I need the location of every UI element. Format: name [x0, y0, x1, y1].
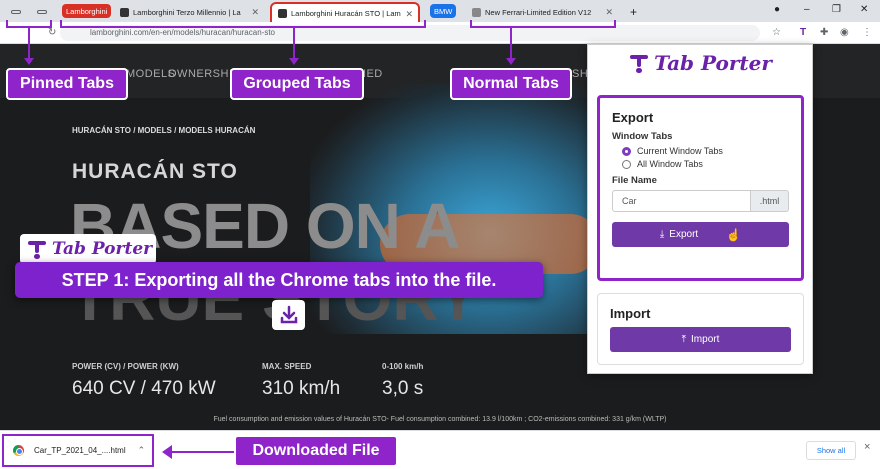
normal-tabs-arrowhead	[506, 58, 516, 65]
tab-porter-logo-icon	[28, 239, 46, 259]
upload-icon: ⤒	[681, 334, 687, 345]
spec-label: POWER (CV) / POWER (KW)	[72, 362, 179, 371]
minimize-icon[interactable]: –	[804, 4, 810, 15]
downloads-bar: Car_TP_2021_04_....html ⌃ Downloaded Fil…	[0, 430, 880, 469]
file-name-label: File Name	[612, 175, 657, 186]
mouse-cursor-icon: ☝	[726, 227, 742, 242]
new-tab-button[interactable]: +	[624, 2, 642, 22]
breadcrumb: HURACÁN STO / MODELS / MODELS HURACÁN	[72, 126, 256, 135]
file-name-row: Car .html	[612, 190, 789, 212]
lamborghini-favicon-icon	[278, 8, 287, 18]
tab-search-icon[interactable]: ●	[774, 4, 780, 15]
spec-value: 3,0 s	[382, 378, 424, 399]
download-icon: ⤓	[659, 229, 665, 240]
tab-porter-logo-icon	[630, 53, 649, 73]
close-window-icon[interactable]: ✕	[860, 4, 868, 15]
spec-acceleration: 0-100 km/h 3,0 s	[382, 362, 423, 400]
pinned-tab-1[interactable]	[4, 2, 28, 22]
export-button[interactable]: ⤓ Export ☝	[612, 222, 789, 247]
fuel-consumption-note: Fuel consumption and emission values of …	[213, 416, 667, 423]
tab-terzo-millennio[interactable]: Lamborghini Terzo Millennio | La ✕	[114, 2, 264, 22]
spec-power: POWER (CV) / POWER (KW) 640 CV / 470 kW	[72, 362, 216, 400]
file-name-input[interactable]: Car	[612, 190, 751, 212]
profile-avatar-icon[interactable]: ◉	[840, 27, 849, 38]
maximize-icon[interactable]: ❐	[832, 4, 841, 15]
normal-tabs-bracket	[470, 20, 616, 28]
grouped-tabs-bracket	[60, 20, 426, 28]
bookmark-star-icon[interactable]: ☆	[772, 27, 781, 38]
radio-current-window[interactable]: Current Window Tabs	[622, 146, 789, 156]
pinned-tabs-arrowhead	[24, 58, 34, 65]
tab-title: New Ferrari-Limited Edition V12	[485, 7, 592, 17]
popup-title: Tab Porter	[654, 51, 772, 75]
window-tabs-label: Window Tabs	[612, 131, 673, 142]
import-button[interactable]: ⤒ Import	[610, 327, 791, 352]
normal-tabs-label: Normal Tabs	[450, 68, 572, 100]
show-all-button[interactable]: Show all	[806, 441, 856, 460]
download-item[interactable]: Car_TP_2021_04_....html ⌃	[2, 434, 154, 467]
tab-title: Lamborghini Terzo Millennio | La	[133, 7, 241, 17]
normal-tabs-arrow	[510, 28, 512, 60]
extensions-puzzle-icon[interactable]: ✚	[820, 27, 828, 38]
download-file-name: Car_TP_2021_04_....html	[34, 446, 126, 455]
download-icon	[272, 300, 305, 330]
close-tab-icon[interactable]: ✕	[405, 9, 413, 20]
radio-unselected-icon[interactable]	[622, 159, 631, 169]
tab-group-lamborghini[interactable]: Lamborghini	[62, 4, 112, 18]
radio-selected-icon[interactable]	[622, 146, 631, 156]
close-downloads-bar-icon[interactable]: ×	[864, 441, 870, 453]
pinned-tab-favicon-icon	[37, 10, 47, 14]
tab-title: Lamborghini Huracán STO | Lam	[291, 8, 401, 18]
pinned-tab-favicon-icon	[11, 10, 21, 14]
tab-porter-badge: Tab Porter	[20, 234, 156, 264]
close-tab-icon[interactable]: ✕	[605, 7, 613, 18]
menu-kebab-icon[interactable]: ⋮	[862, 27, 872, 38]
grouped-tabs-arrowhead	[289, 58, 299, 65]
pinned-tabs-arrow	[28, 28, 30, 60]
grouped-tabs-label: Grouped Tabs	[230, 68, 364, 100]
tab-strip: Lamborghini Lamborghini Terzo Millennio …	[0, 0, 880, 22]
reload-icon[interactable]: ↻	[48, 27, 56, 38]
pinned-tabs-label: Pinned Tabs	[6, 68, 128, 100]
spec-value: 640 CV / 470 kW	[72, 378, 216, 399]
radio-label: All Window Tabs	[637, 159, 703, 169]
lamborghini-favicon-icon	[120, 7, 129, 17]
tab-porter-extension-icon[interactable]: T	[800, 27, 806, 38]
spec-speed: MAX. SPEED 310 km/h	[262, 362, 340, 400]
step-banner: STEP 1: Exporting all the Chrome tabs in…	[15, 262, 543, 298]
tab-huracan-sto[interactable]: Lamborghini Huracán STO | Lam ✕	[270, 2, 420, 22]
radio-all-windows[interactable]: All Window Tabs	[622, 159, 789, 169]
pinned-tab-2[interactable]	[30, 2, 54, 22]
import-button-label: Import	[691, 334, 720, 345]
nav-shop[interactable]: SH	[572, 68, 588, 80]
spec-value: 310 km/h	[262, 378, 341, 399]
downloaded-file-arrowhead	[162, 445, 172, 459]
spec-label: MAX. SPEED	[262, 362, 312, 371]
chrome-icon	[13, 445, 24, 456]
tab-porter-popup: Tab Porter Export Window Tabs Current Wi…	[587, 44, 813, 374]
ferrari-favicon-icon	[472, 7, 481, 17]
tab-group-bmw[interactable]: BMW	[430, 4, 457, 18]
export-heading: Export	[612, 110, 654, 125]
export-card: Export Window Tabs Current Window Tabs A…	[597, 95, 804, 281]
downloaded-file-arrow	[170, 451, 234, 453]
import-heading: Import	[610, 306, 651, 321]
close-tab-icon[interactable]: ✕	[251, 7, 259, 18]
export-button-label: Export	[669, 229, 699, 240]
radio-label: Current Window Tabs	[637, 146, 723, 156]
pinned-tabs-bracket	[6, 20, 52, 28]
file-extension: .html	[751, 190, 789, 212]
tab-ferrari[interactable]: New Ferrari-Limited Edition V12 ✕	[466, 2, 618, 22]
downloaded-file-label: Downloaded File	[234, 435, 398, 467]
import-card: Import ⤒ Import	[597, 293, 804, 365]
grouped-tabs-arrow	[293, 28, 295, 60]
model-name: HURACÁN STO	[72, 160, 238, 183]
spec-label: 0-100 km/h	[382, 362, 424, 371]
chevron-up-icon[interactable]: ⌃	[138, 445, 146, 456]
popup-header: Tab Porter	[588, 51, 814, 75]
tab-porter-wordmark: Tab Porter	[52, 239, 153, 259]
